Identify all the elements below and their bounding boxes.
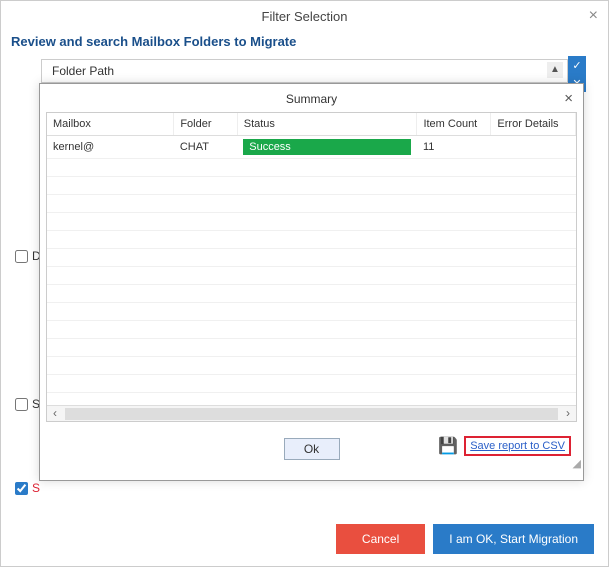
summary-dialog: Summary × Mailbox Folder Status Item Cou… [39,83,584,481]
col-mailbox[interactable]: Mailbox [47,113,174,135]
filter-close-icon[interactable]: × [589,7,598,25]
save-disk-icon[interactable]: 💾 [438,436,458,456]
table-row [47,230,576,248]
option-checkbox-s2[interactable]: S [15,481,40,495]
folder-path-header[interactable]: Folder Path ▲ [41,59,568,83]
resize-grip-icon[interactable]: ◢ [573,457,581,470]
check-icon[interactable]: ✓ [572,59,581,72]
filter-window-title: Filter Selection [1,1,608,28]
col-status[interactable]: Status [237,113,417,135]
start-migration-button[interactable]: I am OK, Start Migration [433,524,594,554]
ok-button[interactable]: Ok [284,438,340,460]
filter-selection-window: Filter Selection × Review and search Mai… [0,0,609,567]
summary-table: Mailbox Folder Status Item Count Error D… [47,113,576,411]
table-row [47,374,576,392]
summary-footer: Ok 💾 Save report to CSV ◢ [40,422,583,472]
save-report-link[interactable]: Save report to CSV [464,436,571,456]
horizontal-scrollbar[interactable]: ‹ › [47,405,576,421]
table-row [47,284,576,302]
table-row [47,248,576,266]
table-row [47,356,576,374]
col-error-details[interactable]: Error Details [491,113,576,135]
review-heading: Review and search Mailbox Folders to Mig… [1,28,608,55]
table-row [47,266,576,284]
summary-title: Summary [40,84,583,112]
summary-close-icon[interactable]: × [564,90,573,107]
folder-path-label: Folder Path [52,64,114,78]
col-folder[interactable]: Folder [174,113,237,135]
scroll-track[interactable] [65,408,558,420]
scroll-left-icon[interactable]: ‹ [47,406,63,422]
scroll-right-icon[interactable]: › [560,406,576,422]
option-checkbox-s[interactable]: S [15,397,40,411]
cell-error-details [491,135,576,158]
cell-mailbox: kernel@ [47,135,174,158]
collapse-arrow-icon[interactable]: ▲ [547,62,563,78]
cell-folder: CHAT [174,135,237,158]
option-checkbox-d[interactable]: D [15,249,41,263]
cancel-button[interactable]: Cancel [336,524,425,554]
table-row [47,338,576,356]
table-row [47,176,576,194]
cell-status: Success [237,135,417,158]
table-row [47,320,576,338]
table-row [47,158,576,176]
table-row [47,194,576,212]
col-item-count[interactable]: Item Count [417,113,491,135]
table-row [47,302,576,320]
cell-item-count: 11 [417,135,491,158]
table-row[interactable]: kernel@CHATSuccess11 [47,135,576,158]
table-row [47,212,576,230]
summary-table-container: Mailbox Folder Status Item Count Error D… [46,112,577,422]
filter-footer: Cancel I am OK, Start Migration [336,524,594,554]
